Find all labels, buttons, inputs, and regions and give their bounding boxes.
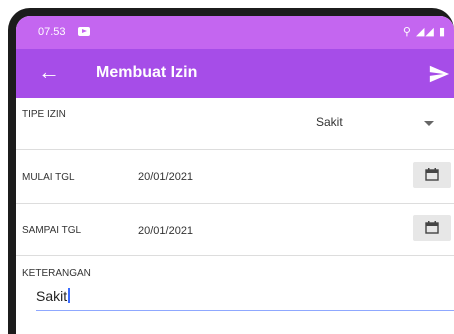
mulai-tgl-value[interactable]: 20/01/2021 — [138, 171, 193, 183]
keterangan-input[interactable]: Sakit — [36, 288, 454, 311]
app-screen: 07.53 ⚲ ◢◢ ▮ ← Membuat Izin TIPE IZIN Sa… — [16, 16, 454, 334]
sampai-tgl-calendar-button[interactable] — [413, 215, 451, 241]
wifi-icon: ⚲ — [402, 26, 412, 38]
keterangan-label: KETERANGAN — [22, 268, 91, 279]
status-time: 07.53 — [38, 26, 66, 38]
tipe-izin-value[interactable]: Sakit — [316, 115, 343, 129]
tipe-izin-row[interactable]: TIPE IZIN Sakit — [16, 98, 454, 150]
send-icon[interactable] — [428, 63, 450, 85]
signal-icon: ◢◢ — [415, 26, 435, 38]
mulai-tgl-calendar-button[interactable] — [413, 162, 451, 188]
sampai-tgl-row: SAMPAI TGL 20/01/2021 — [16, 204, 454, 256]
keterangan-value: Sakit — [36, 288, 68, 304]
tipe-izin-label: TIPE IZIN — [22, 109, 66, 120]
status-icons: ⚲ ◢◢ ▮ — [403, 25, 446, 38]
sampai-tgl-value[interactable]: 20/01/2021 — [138, 225, 193, 237]
dropdown-caret-icon[interactable] — [424, 121, 434, 126]
battery-icon: ▮ — [438, 26, 446, 38]
mulai-tgl-row: MULAI TGL 20/01/2021 — [16, 150, 454, 204]
calendar-icon — [425, 221, 439, 234]
app-bar: ← Membuat Izin — [16, 49, 454, 98]
page-title: Membuat Izin — [96, 64, 198, 81]
status-bar: 07.53 ⚲ ◢◢ ▮ — [16, 16, 454, 49]
sampai-tgl-label: SAMPAI TGL — [22, 225, 82, 236]
mulai-tgl-label: MULAI TGL — [22, 172, 75, 183]
text-cursor — [68, 288, 70, 303]
calendar-icon — [425, 168, 439, 181]
back-arrow-icon[interactable]: ← — [38, 61, 60, 83]
notification-icon — [78, 27, 90, 36]
